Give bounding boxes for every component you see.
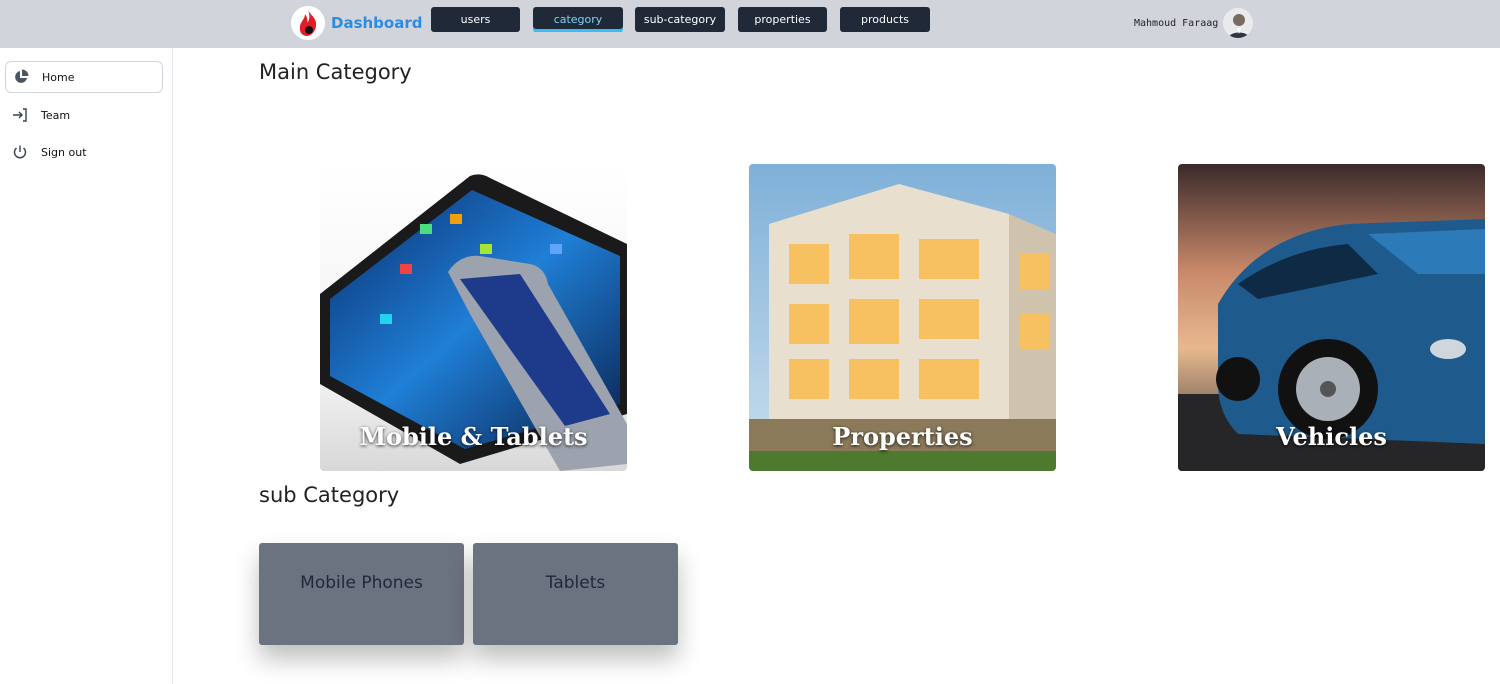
main-category-title: Main Category: [259, 60, 412, 84]
category-card-properties[interactable]: Properties: [749, 164, 1056, 471]
brand[interactable]: Dashboard: [291, 6, 422, 40]
top-navbar: Dashboard users category sub-category pr…: [0, 0, 1500, 48]
category-card-label: Vehicles: [1276, 422, 1387, 451]
nav-users-button[interactable]: users: [431, 7, 520, 32]
sub-category-title: sub Category: [259, 483, 400, 507]
category-card-label: Mobile & Tablets: [359, 422, 588, 451]
nav-products-button[interactable]: products: [840, 7, 930, 32]
category-card-mobile-tablets[interactable]: Mobile & Tablets: [320, 164, 627, 471]
power-icon: [11, 143, 29, 161]
sidebar-item-home[interactable]: Home: [5, 61, 163, 93]
sidebar-item-label: Team: [41, 108, 71, 122]
nav-sub-category-button[interactable]: sub-category: [635, 7, 725, 32]
brand-title: Dashboard: [331, 14, 423, 32]
flame-logo-icon: [291, 6, 325, 40]
sub-category-card-mobile-phones[interactable]: Mobile Phones: [259, 543, 464, 645]
sidebar-item-team[interactable]: Team: [5, 99, 163, 131]
nav-properties-button[interactable]: properties: [738, 7, 827, 32]
avatar[interactable]: [1222, 7, 1255, 39]
category-card-label: Properties: [832, 422, 973, 451]
sub-category-label: Tablets: [545, 573, 606, 593]
pie-chart-icon: [12, 68, 30, 86]
sidebar-item-label: Home: [42, 70, 75, 84]
sub-category-card-tablets[interactable]: Tablets: [473, 543, 678, 645]
sidebar: Home Team Sign out: [0, 48, 173, 684]
nav-category-button[interactable]: category: [533, 7, 623, 32]
sidebar-item-label: Sign out: [41, 145, 87, 159]
user-name: Mahmoud Faraag: [1134, 17, 1219, 29]
sidebar-item-sign-out[interactable]: Sign out: [5, 136, 163, 168]
sub-category-label: Mobile Phones: [300, 573, 423, 593]
sign-in-icon: [11, 106, 29, 124]
user-menu[interactable]: Mahmoud Faraag: [1134, 7, 1255, 39]
category-card-vehicles[interactable]: Vehicles: [1178, 164, 1485, 471]
